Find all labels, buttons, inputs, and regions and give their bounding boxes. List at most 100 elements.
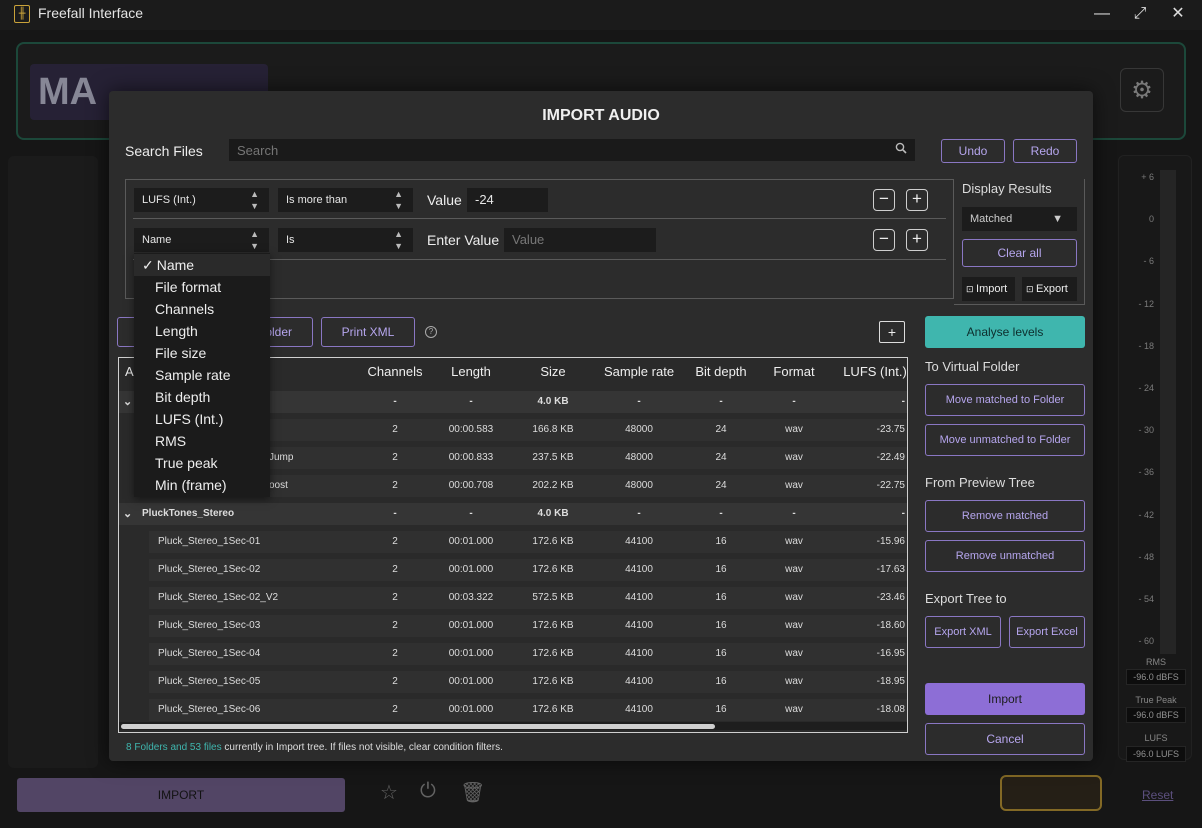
column-header-lufs[interactable]: LUFS (Int.) [835, 364, 907, 379]
dropdown-item[interactable]: Sample rate [134, 364, 270, 386]
table-row[interactable]: Pluck_Stereo_1Sec-05 2 00:01.000 172.6 KB 44… [119, 671, 907, 693]
help-icon[interactable]: ? [425, 326, 437, 338]
remove-condition-button[interactable]: − [873, 189, 895, 211]
remove-matched-button[interactable]: Remove matched [925, 500, 1085, 532]
cell-length: 00:00.583 [448, 424, 494, 435]
cell-size: 172.6 KB [532, 620, 574, 631]
import-filters-button[interactable]: ⊡ Import [962, 277, 1015, 301]
field-dropdown-menu: ✓ Name File format Channels Length File size S… [134, 253, 270, 497]
export-filters-button[interactable]: ⊡ Export [1022, 277, 1077, 301]
window-title: Freefall Interface [38, 5, 144, 21]
filter-operator-select[interactable]: Is ▲ ▼ [278, 228, 413, 252]
column-header-channels[interactable]: Channels [365, 364, 425, 379]
dropdown-item[interactable]: Bit depth [134, 386, 270, 408]
cell-length: 00:01.000 [448, 564, 494, 575]
maximize-button[interactable]: ⤢ [1120, 2, 1160, 26]
folder-row[interactable]: ⌄ PluckTones_Stereo - - 4.0 KB - - - - [119, 503, 907, 525]
table-row[interactable]: Pluck_Stereo_1Sec-02_V2 2 00:03.322 572.5 K… [119, 587, 907, 609]
dropdown-item[interactable]: Min (frame) [134, 474, 270, 496]
cell-sample-rate: 44100 [625, 592, 653, 603]
cell-length: 00:03.322 [448, 592, 494, 603]
cell-length: 00:01.000 [448, 536, 494, 547]
dropdown-item[interactable]: File size [134, 342, 270, 364]
export-xml-button[interactable]: Export XML [925, 616, 1001, 648]
cell-format: wav [785, 676, 803, 687]
analyse-levels-button[interactable]: Analyse levels [925, 316, 1085, 348]
dropdown-item-label: True peak [155, 455, 218, 471]
dropdown-item-label: File format [155, 279, 222, 295]
table-row[interactable]: Pluck_Stereo_1Sec-03 2 00:01.000 172.6 KB 44… [119, 615, 907, 637]
cell-channels: 2 [392, 536, 398, 547]
dropdown-item-label: LUFS (Int.) [155, 411, 224, 427]
scrollbar-thumb[interactable] [121, 724, 715, 729]
remove-unmatched-button[interactable]: Remove unmatched [925, 540, 1085, 572]
move-matched-button[interactable]: Move matched to Folder [925, 384, 1085, 416]
updown-icon: ▲ ▼ [250, 229, 259, 251]
filter-field-select[interactable]: LUFS (Int.) ▲ ▼ [134, 188, 269, 212]
cell-size: 172.6 KB [532, 676, 574, 687]
column-header-format[interactable]: Format [765, 364, 823, 379]
cell-format: wav [785, 620, 803, 631]
clear-all-button[interactable]: Clear all [962, 239, 1077, 267]
export-icon: ⊡ [1026, 284, 1037, 294]
table-row[interactable]: Pluck_Stereo_1Sec-06 2 00:01.000 172.6 KB 44… [119, 699, 907, 721]
undo-button[interactable]: Undo [941, 139, 1005, 163]
column-header-length[interactable]: Length [441, 364, 501, 379]
cell-name: PluckTones_Stereo [142, 508, 235, 519]
export-filters-label: Export [1036, 283, 1068, 295]
value-label: Value [427, 192, 462, 208]
cell-lufs: - [901, 508, 905, 519]
dropdown-item[interactable]: RMS [134, 430, 270, 452]
updown-icon: ▲ ▼ [394, 229, 403, 251]
cell-bit-depth: 16 [715, 564, 727, 575]
column-header-bit-depth[interactable]: Bit depth [691, 364, 751, 379]
close-button[interactable]: ✕ [1158, 2, 1198, 26]
cancel-button[interactable]: Cancel [925, 723, 1085, 755]
dropdown-item[interactable]: True peak [134, 452, 270, 474]
print-xml-button[interactable]: Print XML [321, 317, 415, 347]
minimize-button[interactable]: — [1082, 2, 1122, 26]
column-header-name[interactable]: A [125, 364, 134, 379]
dropdown-item[interactable]: File format [134, 276, 270, 298]
filter-field-select[interactable]: Name ▲ ▼ [134, 228, 269, 252]
cell-size: 166.8 KB [532, 424, 574, 435]
table-row[interactable]: Pluck_Stereo_1Sec-01 2 00:01.000 172.6 KB 44… [119, 531, 907, 553]
search-icon[interactable] [895, 142, 909, 156]
filter-value-input[interactable]: Value [504, 228, 656, 252]
cell-format: wav [785, 536, 803, 547]
import-button[interactable]: Import [925, 683, 1085, 715]
select-value: Matched [970, 213, 1013, 225]
cell-channels: 2 [392, 480, 398, 491]
search-input[interactable] [229, 139, 915, 161]
column-header-sample-rate[interactable]: Sample rate [599, 364, 679, 379]
cell-lufs: -18.95 [876, 676, 905, 687]
dropdown-item[interactable]: Channels [134, 298, 270, 320]
move-unmatched-button[interactable]: Move unmatched to Folder [925, 424, 1085, 456]
chevron-down-icon[interactable]: ⌄ [123, 391, 132, 413]
export-excel-button[interactable]: Export Excel [1009, 616, 1085, 648]
table-row[interactable]: Pluck_Stereo_1Sec-02 2 00:01.000 172.6 KB 44… [119, 559, 907, 581]
cell-length: - [469, 508, 473, 519]
add-condition-button[interactable]: + [906, 189, 928, 211]
redo-button[interactable]: Redo [1013, 139, 1077, 163]
filter-value-input[interactable]: -24 [467, 188, 548, 212]
dropdown-item-label: Length [155, 323, 198, 339]
add-condition-button[interactable]: + [906, 229, 928, 251]
display-results-select[interactable]: Matched ▼ [962, 207, 1077, 231]
cell-size: 4.0 KB [537, 508, 569, 519]
cell-name: Pluck_Stereo_1Sec-04 [158, 648, 261, 659]
cell-name: Jump [269, 452, 294, 463]
cell-channels: 2 [392, 620, 398, 631]
dropdown-item[interactable]: LUFS (Int.) [134, 408, 270, 430]
remove-condition-button[interactable]: − [873, 229, 895, 251]
dropdown-item[interactable]: Length [134, 320, 270, 342]
column-header-size[interactable]: Size [523, 364, 583, 379]
filter-operator-select[interactable]: Is more than ▲ ▼ [278, 188, 413, 212]
divider [133, 218, 946, 219]
select-value: Is [286, 234, 295, 246]
table-row[interactable]: Pluck_Stereo_1Sec-04 2 00:01.000 172.6 KB 44… [119, 643, 907, 665]
add-folder-icon[interactable]: + [879, 321, 905, 343]
dropdown-item[interactable]: ✓ Name [134, 254, 270, 276]
chevron-down-icon[interactable]: ⌄ [123, 503, 132, 525]
cell-size: 572.5 KB [532, 592, 574, 603]
